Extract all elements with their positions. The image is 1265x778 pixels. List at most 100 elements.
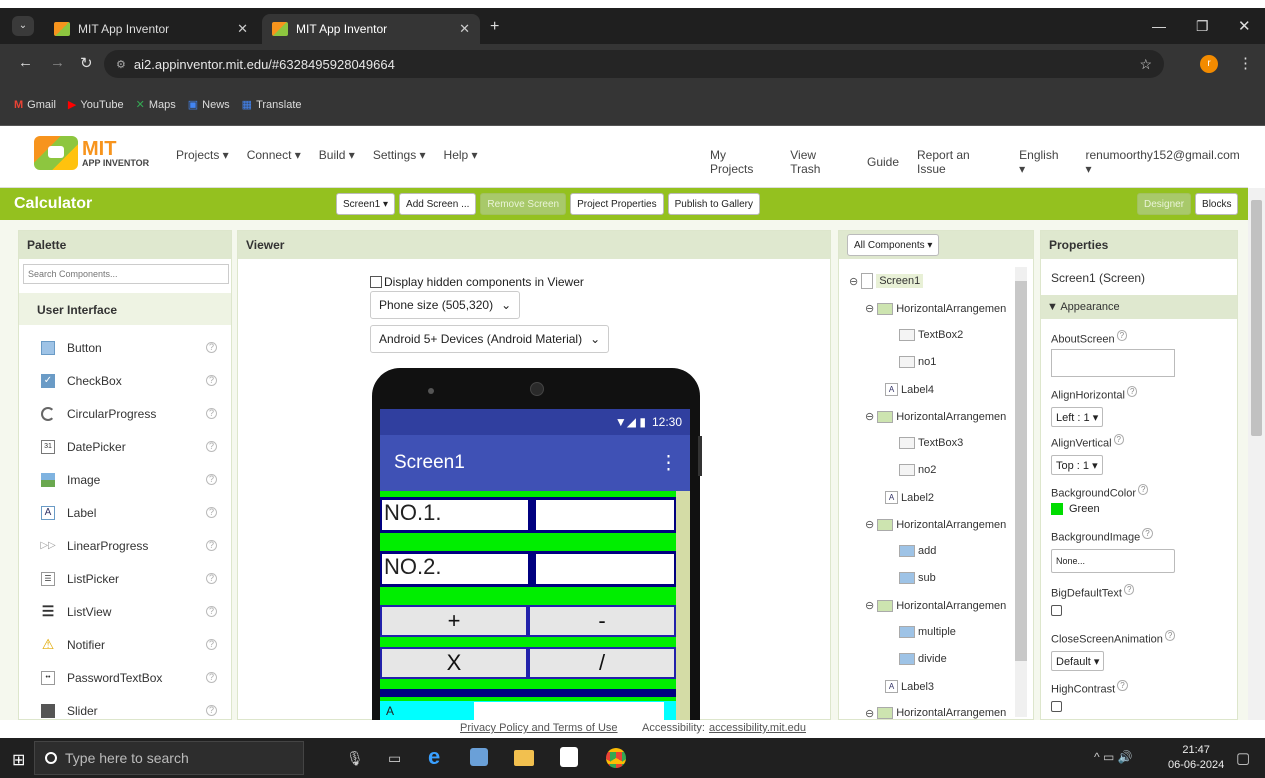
help-icon[interactable]: ?: [206, 639, 217, 650]
clock[interactable]: 21:47 06-06-2024: [1168, 743, 1224, 773]
link-my-projects[interactable]: My Projects: [710, 148, 772, 176]
menu-settings[interactable]: Settings ▾: [373, 148, 426, 162]
tab-list-button[interactable]: ⌄: [12, 16, 34, 36]
palette-item-circularprogress[interactable]: CircularProgress?: [19, 397, 231, 430]
bookmark-news[interactable]: ▣ News: [188, 98, 230, 112]
appearance-section-toggle[interactable]: ▼ Appearance: [1041, 295, 1237, 319]
help-icon[interactable]: ?: [1138, 484, 1149, 495]
windows-start-icon[interactable]: ⊞: [12, 750, 25, 770]
menu-build[interactable]: Build ▾: [319, 148, 355, 162]
accessibility-link[interactable]: accessibility.mit.edu: [709, 722, 806, 734]
help-icon[interactable]: ?: [1116, 330, 1128, 341]
tree-item-textbox2[interactable]: TextBox2: [899, 329, 963, 341]
restore-icon[interactable]: ❐: [1196, 18, 1209, 35]
all-components-select[interactable]: All Components ▾: [847, 234, 940, 256]
remove-screen-button[interactable]: Remove Screen: [480, 193, 567, 215]
multiple-button[interactable]: X: [380, 647, 528, 679]
big-default-text-checkbox[interactable]: [1051, 605, 1062, 616]
tree-item-sub[interactable]: sub: [899, 572, 936, 584]
collapse-icon[interactable]: ⊖: [865, 410, 874, 423]
category-user-interface[interactable]: User Interface: [19, 293, 231, 325]
page-scrollbar[interactable]: [1248, 188, 1265, 720]
blocks-button[interactable]: Blocks: [1195, 193, 1239, 215]
tree-item-divide[interactable]: divide: [899, 653, 947, 665]
browser-menu-icon[interactable]: ⋮: [1238, 54, 1253, 72]
help-icon[interactable]: ?: [1142, 528, 1153, 539]
background-color-value[interactable]: Green: [1051, 503, 1100, 515]
about-screen-textarea[interactable]: [1051, 349, 1175, 377]
bookmark-youtube[interactable]: ▶ YouTube: [68, 98, 124, 112]
textbox2[interactable]: [536, 500, 674, 530]
publish-gallery-button[interactable]: Publish to Gallery: [667, 193, 760, 215]
microphone-icon[interactable]: 🎙: [346, 750, 364, 767]
screen-select[interactable]: Screen1 ▾: [336, 193, 396, 215]
help-icon[interactable]: ?: [206, 474, 217, 485]
textbox3[interactable]: [536, 554, 674, 584]
help-icon[interactable]: ?: [206, 408, 217, 419]
hidden-components-toggle[interactable]: Display hidden components in Viewer: [370, 275, 584, 289]
overflow-menu-icon[interactable]: ⋮: [659, 452, 678, 475]
window-close-icon[interactable]: ✕: [1238, 17, 1251, 35]
browser-tab-2[interactable]: MIT App Inventor ✕: [262, 14, 480, 44]
menu-projects[interactable]: Projects ▾: [176, 148, 229, 162]
system-tray-icons[interactable]: ^ ▭ 🔊: [1094, 750, 1133, 764]
designer-button[interactable]: Designer: [1137, 193, 1192, 215]
palette-item-passwordtextbox[interactable]: •• PasswordTextBox?: [19, 661, 231, 694]
task-view-icon[interactable]: ▭: [388, 750, 401, 767]
tree-item-horizontalarrangement4[interactable]: ⊖ HorizontalArrangemen: [865, 599, 1006, 612]
add-button[interactable]: +: [380, 605, 528, 637]
edge-icon[interactable]: e: [428, 744, 440, 770]
forward-arrow-icon[interactable]: →: [50, 54, 65, 71]
bookmark-star-icon[interactable]: ☆: [1139, 56, 1152, 73]
palette-item-datepicker[interactable]: 31 DatePicker?: [19, 430, 231, 463]
tree-scrollbar[interactable]: [1015, 267, 1027, 717]
collapse-icon[interactable]: ⊖: [849, 275, 858, 288]
palette-item-listpicker[interactable]: ☰ ListPicker?: [19, 562, 231, 595]
help-icon[interactable]: ?: [1117, 680, 1128, 691]
project-properties-button[interactable]: Project Properties: [570, 193, 664, 215]
phone-size-select[interactable]: Phone size (505,320) ⌄: [370, 291, 521, 319]
device-theme-select[interactable]: Android 5+ Devices (Android Material) ⌄: [370, 325, 610, 353]
help-icon[interactable]: ?: [206, 375, 217, 386]
tree-item-horizontalarrangement5[interactable]: ⊖ HorizontalArrangemen: [865, 707, 1006, 719]
help-icon[interactable]: ?: [206, 606, 217, 617]
taskbar-search-box[interactable]: Type here to search: [34, 741, 304, 775]
align-horizontal-select[interactable]: Left : 1 ▾: [1051, 407, 1104, 427]
tree-item-screen1[interactable]: ⊖ Screen1: [849, 273, 924, 289]
palette-item-listview[interactable]: ☰ ListView?: [19, 595, 231, 628]
reload-icon[interactable]: ↻: [80, 54, 93, 72]
collapse-icon[interactable]: ⊖: [865, 302, 874, 315]
help-icon[interactable]: ?: [206, 507, 217, 518]
help-icon[interactable]: ?: [206, 342, 217, 353]
tree-item-multiple[interactable]: multiple: [899, 626, 956, 638]
palette-item-image[interactable]: Image?: [19, 463, 231, 496]
tree-item-no1[interactable]: no1: [899, 356, 936, 368]
help-icon[interactable]: ?: [206, 540, 217, 551]
background-image-picker[interactable]: None...: [1051, 549, 1175, 573]
help-icon[interactable]: ?: [1164, 630, 1176, 641]
language-select[interactable]: English ▾: [1019, 148, 1067, 176]
menu-connect[interactable]: Connect ▾: [247, 148, 301, 162]
browser-tab-1[interactable]: MIT App Inventor ✕: [44, 14, 258, 44]
tree-item-horizontalarrangement3[interactable]: ⊖ HorizontalArrangemen: [865, 518, 1006, 531]
profile-avatar[interactable]: r: [1200, 55, 1218, 73]
help-icon[interactable]: ?: [1113, 434, 1124, 445]
help-icon[interactable]: ?: [206, 705, 217, 716]
palette-item-label[interactable]: A Label?: [19, 496, 231, 529]
tree-item-label2[interactable]: A Label2: [885, 491, 934, 504]
store-icon[interactable]: [560, 747, 578, 767]
collapse-icon[interactable]: ⊖: [865, 599, 874, 612]
link-guide[interactable]: Guide: [867, 155, 899, 169]
notifications-icon[interactable]: ▢: [1236, 749, 1250, 767]
align-vertical-select[interactable]: Top : 1 ▾: [1051, 455, 1103, 475]
file-explorer-icon[interactable]: [514, 750, 534, 766]
menu-help[interactable]: Help ▾: [444, 148, 478, 162]
result-textbox[interactable]: [474, 702, 665, 720]
sub-button[interactable]: -: [528, 605, 676, 637]
link-report-issue[interactable]: Report an Issue: [917, 148, 1001, 176]
collapse-icon[interactable]: ⊖: [865, 518, 874, 531]
tree-item-horizontalarrangement1[interactable]: ⊖ HorizontalArrangemen: [865, 302, 1006, 315]
tree-item-label4[interactable]: A Label4: [885, 383, 934, 396]
app-icon[interactable]: [470, 748, 488, 766]
help-icon[interactable]: ?: [206, 573, 217, 584]
